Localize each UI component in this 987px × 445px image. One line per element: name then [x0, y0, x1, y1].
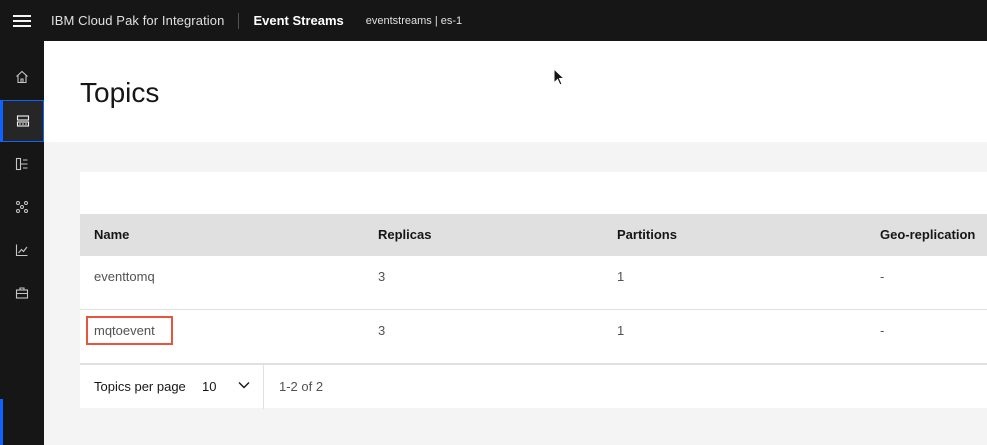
home-icon [16, 70, 28, 84]
menu-icon[interactable] [0, 0, 44, 41]
topic-geo-replication: - [880, 323, 885, 338]
side-nav [0, 41, 44, 445]
topic-partitions: 1 [617, 323, 625, 338]
monitoring-icon [15, 244, 28, 257]
column-header-name[interactable]: Name [94, 214, 129, 256]
nav-monitoring[interactable] [0, 229, 44, 271]
topic-name[interactable]: mqtoevent [94, 310, 155, 364]
nav-home[interactable] [0, 56, 44, 98]
column-header-partitions[interactable]: Partitions [617, 214, 677, 256]
pagination-range: 1-2 of 2 [279, 379, 324, 394]
column-header-replicas[interactable]: Replicas [378, 214, 431, 256]
topic-name[interactable]: eventtomq [94, 256, 155, 310]
items-per-page-select[interactable]: 10 [202, 365, 216, 408]
app-name[interactable]: Event Streams [239, 13, 365, 28]
consumer-groups-icon [16, 201, 28, 213]
nav-toolbox[interactable] [0, 272, 44, 314]
chevron-down-icon[interactable] [238, 381, 250, 389]
app-header: IBM Cloud Pak for Integration Event Stre… [0, 0, 987, 41]
topic-replicas: 3 [378, 269, 386, 284]
page-header: Topics [44, 41, 987, 142]
nav-indicator [0, 399, 3, 445]
product-name[interactable]: IBM Cloud Pak for Integration [44, 13, 238, 28]
topics-icon [16, 115, 30, 127]
cursor-icon [553, 68, 565, 86]
table-row[interactable]: mqtoevent 3 1 - [80, 310, 987, 364]
nav-topics[interactable] [0, 100, 44, 142]
items-per-page-label: Topics per page [94, 379, 186, 394]
topic-replicas: 3 [378, 323, 386, 338]
pagination: Topics per page 10 1-2 of 2 [80, 364, 987, 409]
pagination-divider [263, 365, 264, 409]
toolbox-icon [15, 287, 29, 299]
table-row[interactable]: eventtomq 3 1 - [80, 256, 987, 310]
column-header-geo-replication[interactable]: Geo-replication [880, 214, 975, 256]
instance-name: eventstreams | es-1 [365, 14, 463, 27]
schema-icon [15, 157, 28, 171]
nav-schemas[interactable] [0, 143, 44, 185]
page-title: Topics [80, 77, 160, 108]
topic-partitions: 1 [617, 269, 625, 284]
nav-consumer-groups[interactable] [0, 186, 44, 228]
table-header: Name Replicas Partitions Geo-replication [80, 214, 987, 256]
topic-geo-replication: - [880, 269, 885, 284]
topics-table: Name Replicas Partitions Geo-replication… [80, 172, 987, 409]
